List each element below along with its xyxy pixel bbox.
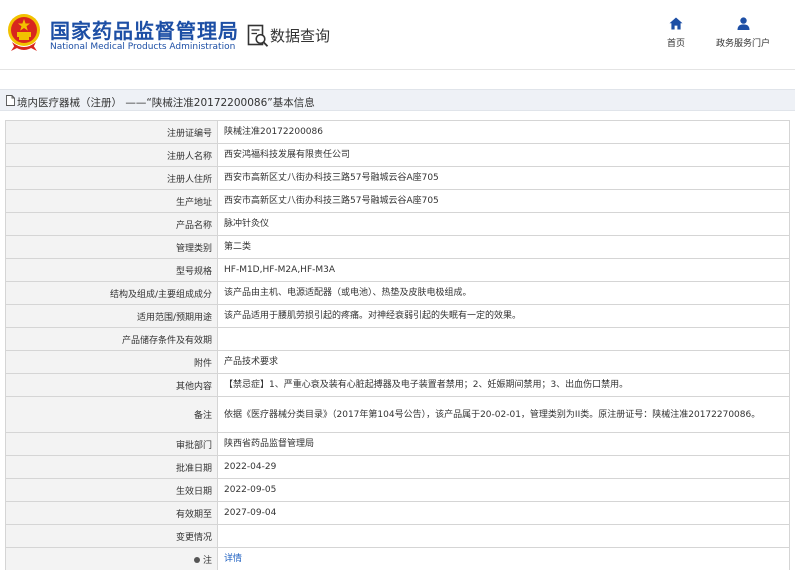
field-label: 产品储存条件及有效期 — [5, 327, 218, 351]
field-value: 2022-09-05 — [217, 478, 790, 502]
field-value: HF-M1D,HF-M2A,HF-M3A — [217, 258, 790, 282]
national-emblem-icon — [8, 14, 40, 51]
field-value — [217, 524, 790, 548]
field-label: 产品名称 — [5, 212, 218, 236]
field-value: 第二类 — [217, 235, 790, 259]
table-row: 备注 依据《医疗器械分类目录》（2017年第104号公告），该产品属于20-02… — [5, 396, 790, 433]
site-header: 国家药品监督管理局 National Medical Products Admi… — [0, 0, 795, 70]
field-value: 【禁忌症】1、严重心衰及装有心脏起搏器及电子装置者禁用；2、妊娠期间禁用；3、出… — [217, 373, 790, 397]
brand-name-cn: 国家药品监督管理局 — [50, 19, 239, 43]
nav-gov-service-portal[interactable]: 政务服务门户 — [710, 17, 776, 49]
home-icon — [669, 17, 683, 30]
table-row: 管理类别 第二类 — [5, 235, 790, 259]
field-value: 2022-04-29 — [217, 455, 790, 479]
field-value: 2027-09-04 — [217, 501, 790, 525]
field-label: 注册证编号 — [5, 120, 218, 144]
field-label: 附件 — [5, 350, 218, 374]
table-row: 有效期至 2027-09-04 — [5, 501, 790, 525]
field-label: 型号规格 — [5, 258, 218, 282]
table-row: 附件 产品技术要求 — [5, 350, 790, 374]
nav-home-label: 首页 — [666, 39, 685, 49]
field-value: 陕西省药品监督管理局 — [217, 432, 790, 456]
field-label: 注册人名称 — [5, 143, 218, 167]
table-row: 适用范围/预期用途 该产品适用于腰肌劳损引起的疼痛。对神经衰弱引起的失眠有一定的… — [5, 304, 790, 328]
field-value: 该产品由主机、电源适配器（或电池）、热垫及皮肤电极组成。 — [217, 281, 790, 305]
nav-home[interactable]: 首页 — [663, 17, 689, 49]
data-query-icon — [247, 24, 269, 47]
document-icon — [6, 95, 15, 106]
field-label: 变更情况 — [5, 524, 218, 548]
table-row: 注册证编号 陕械注准20172200086 — [5, 120, 790, 144]
field-label: 生产地址 — [5, 189, 218, 213]
field-value: 西安市高新区丈八街办科技三路57号融城云谷A座705 — [217, 189, 790, 213]
nav-portal-label: 政务服务门户 — [715, 39, 770, 49]
field-value: 陕械注准20172200086 — [217, 120, 790, 144]
registration-detail-table: 注册证编号 陕械注准20172200086 注册人名称 西安鸿福科技发展有限责任… — [5, 120, 790, 570]
field-label: 适用范围/预期用途 — [5, 304, 218, 328]
field-label: 结构及组成/主要组成成分 — [5, 281, 218, 305]
table-row: 生产地址 西安市高新区丈八街办科技三路57号融城云谷A座705 — [5, 189, 790, 213]
table-row: 注 详情 — [5, 547, 790, 570]
field-label: 备注 — [5, 396, 218, 433]
field-label: 审批部门 — [5, 432, 218, 456]
field-value: 西安鸿福科技发展有限责任公司 — [217, 143, 790, 167]
field-label: 管理类别 — [5, 235, 218, 259]
table-row: 型号规格 HF-M1D,HF-M2A,HF-M3A — [5, 258, 790, 282]
data-query-title: 数据查询 — [270, 27, 331, 45]
table-row: 其他内容 【禁忌症】1、严重心衰及装有心脏起搏器及电子装置者禁用；2、妊娠期间禁… — [5, 373, 790, 397]
header-divider — [0, 69, 795, 70]
field-value: 该产品适用于腰肌劳损引起的疼痛。对神经衰弱引起的失眠有一定的效果。 — [217, 304, 790, 328]
field-value: 产品技术要求 — [217, 350, 790, 374]
table-row: 注册人名称 西安鸿福科技发展有限责任公司 — [5, 143, 790, 167]
table-row: 产品储存条件及有效期 — [5, 327, 790, 351]
breadcrumb-text: 境内医疗器械（注册） ——“陕械注准20172200086”基本信息 — [17, 97, 315, 109]
table-row: 审批部门 陕西省药品监督管理局 — [5, 432, 790, 456]
note-label-cell: 注 — [5, 547, 218, 570]
bullet-icon — [193, 556, 200, 563]
table-row: 产品名称 脉冲针灸仪 — [5, 212, 790, 236]
field-label: 注册人住所 — [5, 166, 218, 190]
table-row: 批准日期 2022-04-29 — [5, 455, 790, 479]
field-value: 脉冲针灸仪 — [217, 212, 790, 236]
details-link[interactable]: 详情 — [217, 547, 790, 570]
field-value: 西安市高新区丈八街办科技三路57号融城云谷A座705 — [217, 166, 790, 190]
table-row: 变更情况 — [5, 524, 790, 548]
field-value — [217, 327, 790, 351]
field-label: 生效日期 — [5, 478, 218, 502]
breadcrumb: 境内医疗器械（注册） ——“陕械注准20172200086”基本信息 — [0, 89, 795, 111]
field-label: 其他内容 — [5, 373, 218, 397]
table-row: 结构及组成/主要组成成分 该产品由主机、电源适配器（或电池）、热垫及皮肤电极组成… — [5, 281, 790, 305]
field-label: 批准日期 — [5, 455, 218, 479]
table-row: 生效日期 2022-09-05 — [5, 478, 790, 502]
field-label: 注 — [202, 555, 212, 566]
field-label: 有效期至 — [5, 501, 218, 525]
table-row: 注册人住所 西安市高新区丈八街办科技三路57号融城云谷A座705 — [5, 166, 790, 190]
brand-name-en: National Medical Products Administration — [50, 42, 236, 52]
user-icon — [737, 17, 749, 30]
field-value: 依据《医疗器械分类目录》（2017年第104号公告），该产品属于20-02-01… — [217, 396, 790, 433]
